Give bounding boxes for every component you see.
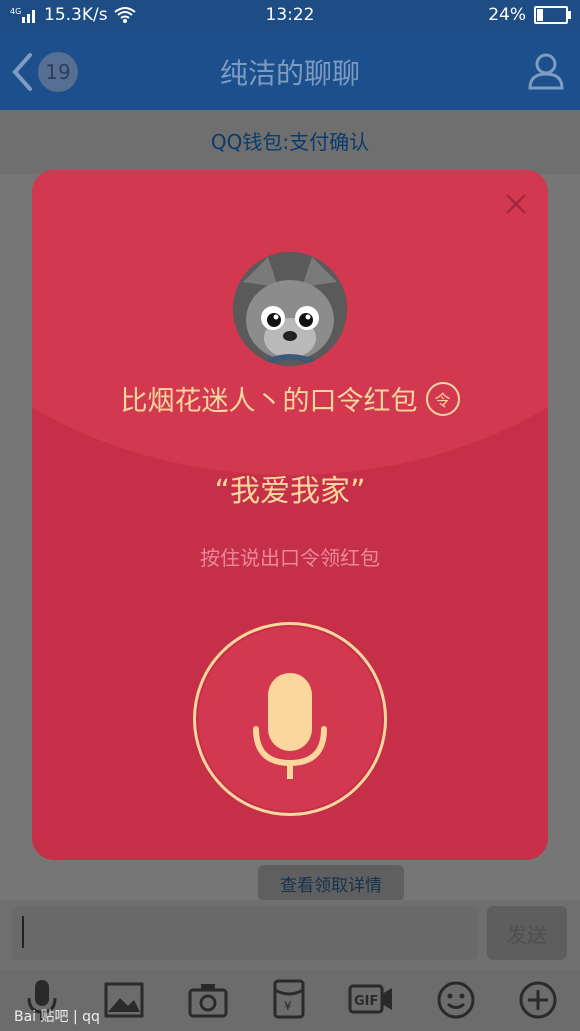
password-packet-badge: 令 <box>425 381 460 416</box>
watermark: Bai 贴吧 | qq <box>14 1009 100 1025</box>
profile-icon[interactable] <box>526 50 566 90</box>
sender-line: 比烟花迷人丶的口令红包 令 <box>32 379 548 418</box>
red-packet-icon[interactable]: ¥ <box>272 978 306 1020</box>
svg-text:¥: ¥ <box>284 999 292 1013</box>
hold-to-speak-button[interactable] <box>193 622 387 816</box>
plus-icon[interactable] <box>518 980 558 1020</box>
chat-header: 19 纯洁的聊聊 <box>0 32 580 110</box>
view-details-button[interactable]: 查看领取详情 <box>258 865 404 901</box>
camera-icon[interactable] <box>188 982 228 1018</box>
gif-icon[interactable]: GIF <box>348 982 394 1016</box>
voice-hint: 按住说出口令领红包 <box>200 546 380 570</box>
system-message-bar: QQ钱包:支付确认 <box>0 110 580 174</box>
message-input[interactable] <box>12 906 478 960</box>
packet-password: “我爱我家” <box>214 474 366 509</box>
image-icon[interactable] <box>104 982 144 1018</box>
chat-title: 纯洁的聊聊 <box>219 57 360 90</box>
red-packet-dialog: 比烟花迷人丶的口令红包 令 “我爱我家” 按住说出口令领红包 <box>32 170 548 860</box>
battery-percent: 24% <box>488 5 526 25</box>
send-button[interactable]: 发送 <box>487 906 567 960</box>
sender-title: 比烟花迷人丶的口令红包 <box>120 386 418 417</box>
system-message[interactable]: QQ钱包:支付确认 <box>0 126 580 155</box>
close-icon[interactable] <box>500 188 532 220</box>
status-bar: 4G 15.3K/s 13:22 24% <box>0 0 580 32</box>
microphone-icon <box>198 627 382 811</box>
sender-avatar <box>233 252 347 366</box>
text-cursor <box>22 916 24 948</box>
svg-text:GIF: GIF <box>354 994 378 1009</box>
battery-icon <box>534 6 571 24</box>
emoji-icon[interactable] <box>436 980 476 1020</box>
